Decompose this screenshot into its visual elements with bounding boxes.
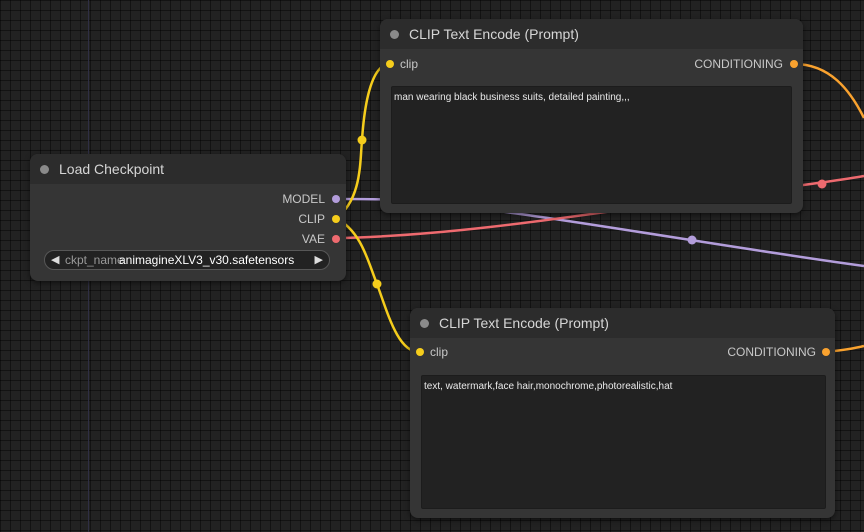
- output-slot-model[interactable]: [332, 195, 340, 203]
- conditioning-link-positive[interactable]: [793, 62, 864, 119]
- input-slot-clip[interactable]: [416, 348, 424, 356]
- node-title: CLIP Text Encode (Prompt): [409, 26, 579, 42]
- combo-left-arrow-icon[interactable]: ◀: [51, 251, 59, 269]
- output-slot-clip[interactable]: [332, 215, 340, 223]
- combo-value: animagineXLV3_v30.safetensors: [119, 253, 295, 267]
- clip-link-positive-midpoint[interactable]: [357, 135, 367, 145]
- output-slot-conditioning[interactable]: [822, 348, 830, 356]
- node-title: Load Checkpoint: [59, 161, 165, 177]
- output-label-conditioning: CONDITIONING: [727, 345, 816, 359]
- load-checkpoint-node[interactable]: Load Checkpoint MODEL CLIP VAE ◀ ckpt_na…: [30, 154, 346, 281]
- combo-label: ckpt_name: [65, 253, 124, 267]
- clip-encode-positive-title-bar[interactable]: CLIP Text Encode (Prompt): [380, 19, 803, 49]
- clip-link-negative-midpoint[interactable]: [372, 279, 382, 289]
- output-label-model: MODEL: [282, 192, 325, 206]
- ckpt-name-combo[interactable]: ◀ ckpt_name animagineXLV3_v30.safetensor…: [44, 250, 330, 270]
- collapse-dot-icon[interactable]: [420, 319, 429, 328]
- combo-right-arrow-icon[interactable]: ▶: [315, 251, 323, 269]
- load-checkpoint-title-bar[interactable]: Load Checkpoint: [30, 154, 346, 184]
- input-label-clip: clip: [400, 57, 419, 71]
- model-link-midpoint[interactable]: [687, 235, 697, 245]
- node-title: CLIP Text Encode (Prompt): [439, 315, 609, 331]
- clip-text-encode-positive-node[interactable]: CLIP Text Encode (Prompt) clip CONDITION…: [380, 19, 803, 213]
- output-label-vae: VAE: [301, 232, 325, 246]
- output-slot-conditioning[interactable]: [790, 60, 798, 68]
- output-label-conditioning: CONDITIONING: [694, 57, 783, 71]
- output-label-clip: CLIP: [298, 212, 325, 226]
- collapse-dot-icon[interactable]: [40, 165, 49, 174]
- clip-encode-negative-title-bar[interactable]: CLIP Text Encode (Prompt): [410, 308, 835, 338]
- input-label-clip: clip: [430, 345, 449, 359]
- collapse-dot-icon[interactable]: [390, 30, 399, 39]
- vae-link-midpoint[interactable]: [817, 179, 827, 189]
- prompt-textarea[interactable]: man wearing black business suits, detail…: [391, 86, 792, 204]
- prompt-textarea[interactable]: text, watermark,face hair,monochrome,pho…: [421, 375, 826, 509]
- input-slot-clip[interactable]: [386, 60, 394, 68]
- clip-text-encode-negative-node[interactable]: CLIP Text Encode (Prompt) clip CONDITION…: [410, 308, 835, 518]
- output-slot-vae[interactable]: [332, 235, 340, 243]
